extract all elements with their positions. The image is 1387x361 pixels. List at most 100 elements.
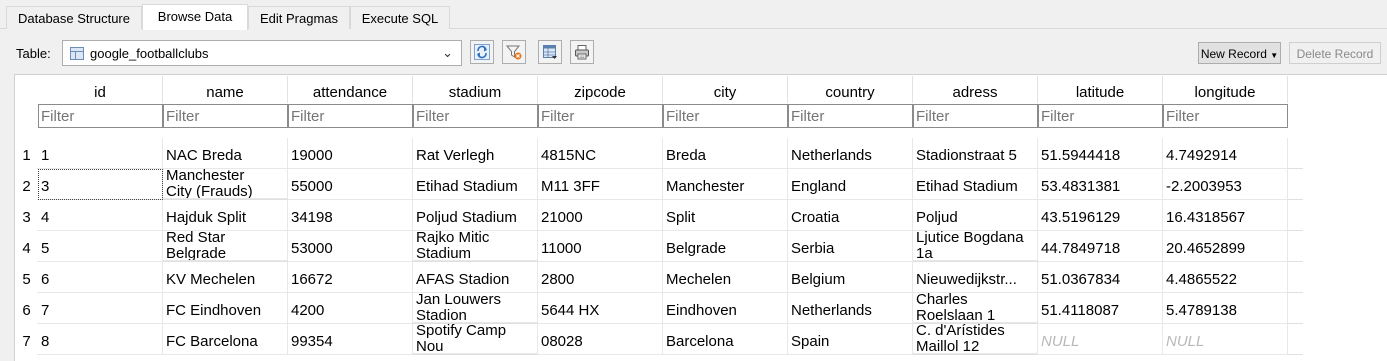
table-cell-country[interactable]: Netherlands bbox=[788, 138, 913, 169]
row-number[interactable]: 2 bbox=[15, 169, 38, 200]
tab-edit-pragmas[interactable]: Edit Pragmas bbox=[248, 6, 350, 29]
table-cell-latitude[interactable]: 51.0367834 bbox=[1038, 262, 1163, 293]
row-number[interactable]: 6 bbox=[15, 293, 38, 324]
table-cell-stadium[interactable]: Spotify Camp Nou bbox=[413, 323, 538, 354]
tab-execute-sql[interactable]: Execute SQL bbox=[350, 6, 450, 29]
column-header-attendance[interactable]: attendance bbox=[288, 76, 413, 103]
table-cell-name[interactable]: Hajduk Split bbox=[163, 200, 288, 231]
row-number[interactable]: 3 bbox=[15, 200, 38, 231]
table-cell-name[interactable]: NAC Breda bbox=[163, 138, 288, 169]
table-cell-name[interactable]: Manchester City (Frauds) bbox=[163, 168, 288, 199]
table-cell-id[interactable]: 5 bbox=[38, 231, 163, 262]
table-cell-zipcode[interactable]: 4815NC bbox=[538, 138, 663, 169]
table-cell-stadium[interactable]: Poljud Stadium bbox=[413, 200, 538, 231]
column-header-zipcode[interactable]: zipcode bbox=[538, 76, 663, 103]
table-cell-longitude[interactable]: 5.4789138 bbox=[1163, 293, 1288, 324]
column-header-name[interactable]: name bbox=[163, 76, 288, 103]
table-cell-latitude[interactable]: NULL bbox=[1038, 324, 1163, 355]
table-cell-latitude[interactable]: 44.7849718 bbox=[1038, 231, 1163, 262]
table-cell-city[interactable]: Eindhoven bbox=[663, 293, 788, 324]
table-cell-country[interactable]: Netherlands bbox=[788, 293, 913, 324]
delete-record-button[interactable]: Delete Record bbox=[1289, 42, 1381, 64]
table-cell-adress[interactable]: Charles Roelslaan 1 bbox=[913, 292, 1038, 323]
table-cell-adress[interactable]: Ljutice Bogdana 1a bbox=[913, 230, 1038, 261]
table-cell-city[interactable]: Manchester bbox=[663, 169, 788, 200]
filter-input-stadium[interactable] bbox=[413, 104, 538, 128]
table-cell-adress[interactable]: Etihad Stadium bbox=[913, 169, 1038, 200]
table-cell-stadium[interactable]: Rat Verlegh bbox=[413, 138, 538, 169]
clear-filters-button[interactable] bbox=[502, 40, 526, 64]
table-cell-attendance[interactable]: 16672 bbox=[288, 262, 413, 293]
table-cell-country[interactable]: Serbia bbox=[788, 231, 913, 262]
filter-input-longitude[interactable] bbox=[1163, 104, 1288, 128]
print-button[interactable] bbox=[570, 40, 594, 64]
table-cell-country[interactable]: Croatia bbox=[788, 200, 913, 231]
table-cell-zipcode[interactable]: M11 3FF bbox=[538, 169, 663, 200]
column-header-latitude[interactable]: latitude bbox=[1038, 76, 1163, 103]
filter-input-country[interactable] bbox=[788, 104, 913, 128]
column-header-id[interactable]: id bbox=[38, 76, 163, 103]
filter-input-adress[interactable] bbox=[913, 104, 1038, 128]
table-cell-latitude[interactable]: 51.4118087 bbox=[1038, 293, 1163, 324]
table-cell-attendance[interactable]: 19000 bbox=[288, 138, 413, 169]
row-number[interactable]: 5 bbox=[15, 262, 38, 293]
table-cell-id[interactable]: 8 bbox=[38, 324, 163, 355]
column-header-longitude[interactable]: longitude bbox=[1163, 76, 1288, 103]
filter-input-zipcode[interactable] bbox=[538, 104, 663, 128]
table-cell-city[interactable]: Split bbox=[663, 200, 788, 231]
table-cell-attendance[interactable]: 55000 bbox=[288, 169, 413, 200]
filter-input-latitude[interactable] bbox=[1038, 104, 1163, 128]
table-cell-latitude[interactable]: 53.4831381 bbox=[1038, 169, 1163, 200]
table-cell-city[interactable]: Mechelen bbox=[663, 262, 788, 293]
table-cell-attendance[interactable]: 53000 bbox=[288, 231, 413, 262]
table-cell-attendance[interactable]: 34198 bbox=[288, 200, 413, 231]
table-cell-name[interactable]: FC Eindhoven bbox=[163, 293, 288, 324]
table-cell-name[interactable]: Red Star Belgrade bbox=[163, 230, 288, 261]
table-cell-name[interactable]: FC Barcelona bbox=[163, 324, 288, 355]
table-cell-stadium[interactable]: Jan Louwers Stadion bbox=[413, 292, 538, 323]
column-header-stadium[interactable]: stadium bbox=[413, 76, 538, 103]
table-cell-latitude[interactable]: 51.5944418 bbox=[1038, 138, 1163, 169]
filter-input-city[interactable] bbox=[663, 104, 788, 128]
table-cell-attendance[interactable]: 99354 bbox=[288, 324, 413, 355]
table-select[interactable]: google_footballclubs ⌄ bbox=[62, 40, 462, 66]
row-number[interactable]: 7 bbox=[15, 324, 38, 355]
tab-browse-data[interactable]: Browse Data bbox=[142, 4, 248, 30]
table-cell-zipcode[interactable]: 21000 bbox=[538, 200, 663, 231]
table-cell-longitude[interactable]: NULL bbox=[1163, 324, 1288, 355]
table-cell-stadium[interactable]: Rajko Mitic Stadium bbox=[413, 230, 538, 261]
table-cell-city[interactable]: Barcelona bbox=[663, 324, 788, 355]
table-cell-stadium[interactable]: Etihad Stadium bbox=[413, 169, 538, 200]
table-cell-country[interactable]: England bbox=[788, 169, 913, 200]
table-cell-city[interactable]: Breda bbox=[663, 138, 788, 169]
tab-database-structure[interactable]: Database Structure bbox=[6, 6, 142, 29]
column-header-adress[interactable]: adress bbox=[913, 76, 1038, 103]
table-cell-longitude[interactable]: 20.4652899 bbox=[1163, 231, 1288, 262]
table-cell-longitude[interactable]: 16.4318567 bbox=[1163, 200, 1288, 231]
table-cell-country[interactable]: Belgium bbox=[788, 262, 913, 293]
table-cell-zipcode[interactable]: 11000 bbox=[538, 231, 663, 262]
table-cell-id[interactable]: 3 bbox=[38, 169, 163, 200]
save-table-button[interactable] bbox=[538, 40, 562, 64]
new-record-button[interactable]: New Record ▼ bbox=[1198, 42, 1281, 64]
table-cell-latitude[interactable]: 43.5196129 bbox=[1038, 200, 1163, 231]
table-cell-longitude[interactable]: 4.4865522 bbox=[1163, 262, 1288, 293]
filter-input-id[interactable] bbox=[38, 104, 163, 128]
refresh-button[interactable] bbox=[470, 40, 494, 64]
filter-input-name[interactable] bbox=[163, 104, 288, 128]
filter-input-attendance[interactable] bbox=[288, 104, 413, 128]
column-header-city[interactable]: city bbox=[663, 76, 788, 103]
table-cell-longitude[interactable]: -2.2003953 bbox=[1163, 169, 1288, 200]
column-header-country[interactable]: country bbox=[788, 76, 913, 103]
table-cell-attendance[interactable]: 4200 bbox=[288, 293, 413, 324]
table-cell-id[interactable]: 6 bbox=[38, 262, 163, 293]
table-cell-adress[interactable]: Stadionstraat 5 bbox=[913, 138, 1038, 169]
table-cell-longitude[interactable]: 4.7492914 bbox=[1163, 138, 1288, 169]
table-cell-adress[interactable]: Poljud bbox=[913, 200, 1038, 231]
table-cell-id[interactable]: 4 bbox=[38, 200, 163, 231]
table-cell-name[interactable]: KV Mechelen bbox=[163, 262, 288, 293]
table-cell-adress[interactable]: Nieuwedijkstr... bbox=[913, 262, 1038, 293]
table-cell-stadium[interactable]: AFAS Stadion bbox=[413, 262, 538, 293]
table-cell-zipcode[interactable]: 5644 HX bbox=[538, 293, 663, 324]
table-cell-zipcode[interactable]: 08028 bbox=[538, 324, 663, 355]
